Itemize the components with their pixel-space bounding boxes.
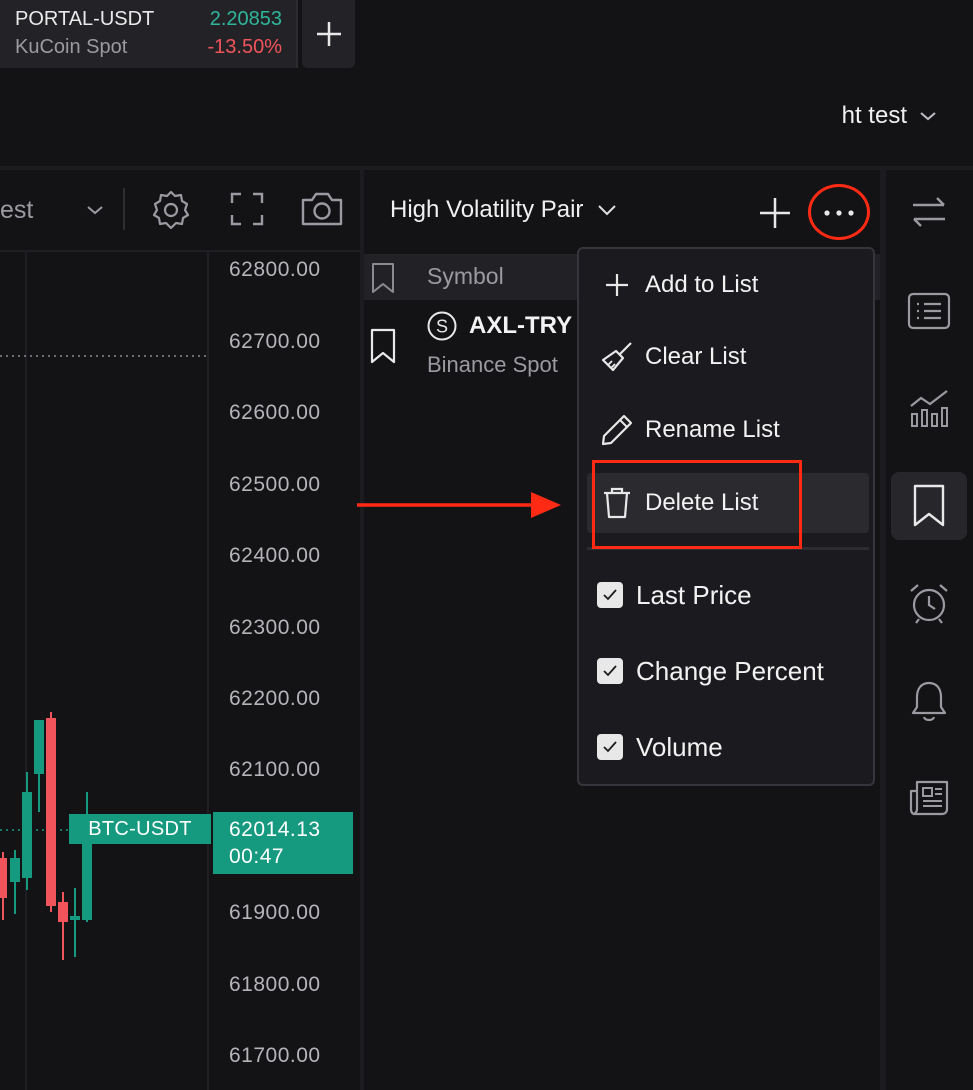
bookmark-icon[interactable] [904,481,954,531]
price-axis-label: 62200.00 [229,687,321,710]
gear-icon[interactable] [150,189,192,231]
rename-list-label: Rename List [645,416,780,443]
price-axis-label: 62700.00 [229,330,321,353]
plus-icon[interactable] [757,195,793,231]
add-to-list-label: Add to List [645,271,759,298]
price-axis-label: 62300.00 [229,616,321,639]
trading-app: PORTAL-USDT KuCoin Spot 2.20853 -13.50% … [0,0,973,1090]
row-symbol[interactable]: AXL-TRY [469,312,572,340]
checkbox-checked-icon[interactable] [597,582,623,608]
sidebar-divider [880,170,886,1090]
change-percent-toggle[interactable]: Change Percent [597,651,824,691]
chart-trend-icon[interactable] [904,382,954,432]
camera-icon[interactable] [299,190,345,228]
svg-text:S: S [436,317,448,337]
annotation-arrow-icon [357,492,561,518]
checkbox-checked-icon[interactable] [597,734,623,760]
last-price-tag: 62014.13 00:47 [213,812,353,874]
watchlist-selector[interactable]: High Volatility Pair [390,196,617,224]
last-price-label: Last Price [636,579,752,610]
price-chart[interactable]: 62800.00 62700.00 62600.00 62500.00 6240… [0,250,360,1090]
list-icon[interactable] [904,286,954,336]
price-axis-label: 62400.00 [229,544,321,567]
chevron-down-icon[interactable] [86,204,104,216]
price-axis-label: 62600.00 [229,401,321,424]
ticker-exchange: KuCoin Spot [15,36,128,58]
chart-symbol-tag: BTC-USDT [69,814,211,844]
column-symbol[interactable]: Symbol [427,263,504,290]
chevron-down-icon [598,205,617,216]
clear-list-item[interactable]: Clear List [587,327,869,387]
news-icon[interactable] [904,773,954,823]
rename-list-item[interactable]: Rename List [587,400,869,460]
candlesticks [0,712,92,960]
add-tab-button[interactable] [302,0,355,68]
ticker-price: 2.20853 [209,8,282,30]
last-price-toggle[interactable]: Last Price [597,575,752,615]
bookmark-icon[interactable] [369,328,397,364]
chart-toolbar: est [0,170,360,248]
fullscreen-icon[interactable] [229,191,265,227]
annotation-circle [808,184,870,240]
row-exchange: Binance Spot [427,352,558,377]
user-name: ht test [841,102,907,129]
candle-countdown: 00:47 [229,845,285,868]
alarm-clock-icon[interactable] [904,578,954,628]
checkbox-checked-icon[interactable] [597,658,623,684]
volume-toggle[interactable]: Volume [597,727,723,767]
stablecoin-icon: S [427,311,457,341]
chart-dropdown-text[interactable]: est [0,196,33,225]
annotation-box [592,460,802,549]
bookmark-icon [372,263,394,293]
chevron-down-icon [920,112,936,121]
plus-icon [599,267,635,303]
ticker-change: -13.50% [207,36,283,58]
user-menu[interactable]: ht test [842,102,937,130]
add-to-list-item[interactable]: Add to List [587,255,869,315]
panel-divider[interactable] [360,170,364,1090]
watchlist-title: High Volatility Pair [390,196,584,223]
clear-list-label: Clear List [645,343,747,370]
broom-icon [599,339,635,375]
pencil-icon [599,412,635,448]
price-axis-label: 61900.00 [229,901,321,924]
ticker-tab[interactable]: PORTAL-USDT KuCoin Spot 2.20853 -13.50% [0,0,298,68]
plus-icon [316,22,341,46]
price-axis-label: 62800.00 [229,258,321,281]
ticker-symbol: PORTAL-USDT [15,8,155,30]
price-axis-label: 62500.00 [229,473,321,496]
last-price-value: 62014.13 [229,818,321,841]
toolbar-separator [123,188,125,230]
price-axis-label: 61700.00 [229,1044,321,1067]
volume-label: Volume [636,731,723,762]
change-percent-label: Change Percent [636,655,824,686]
bell-icon[interactable] [904,676,954,726]
price-axis-label: 62100.00 [229,758,321,781]
price-axis-label: 61800.00 [229,973,321,996]
swap-icon[interactable] [904,187,954,237]
